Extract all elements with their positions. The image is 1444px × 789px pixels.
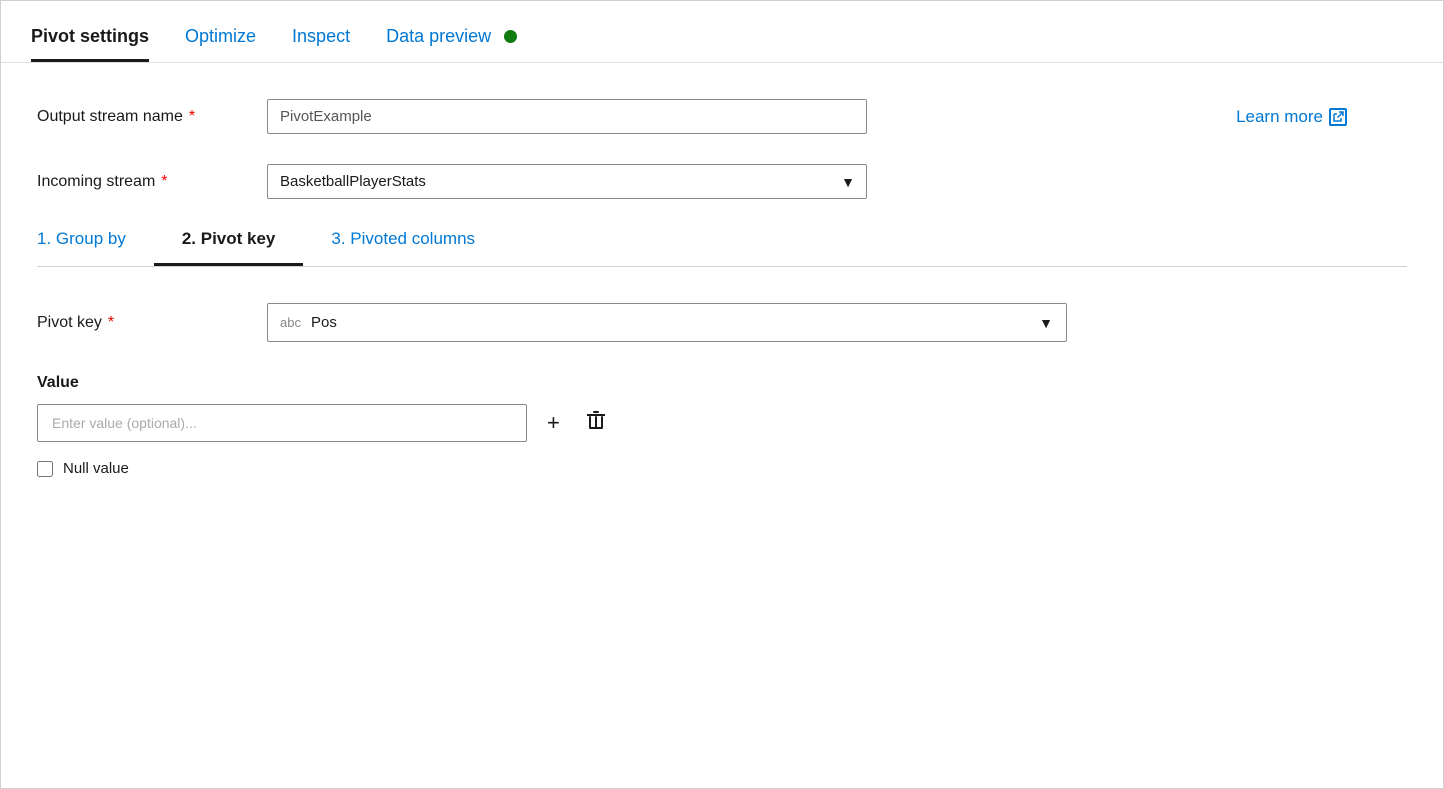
tab-inspect[interactable]: Inspect <box>292 26 350 62</box>
learn-more-link[interactable]: Learn more <box>1236 107 1407 127</box>
output-stream-name-row: Output stream name * Learn more <box>37 99 1407 134</box>
pivot-key-label: Pivot key * <box>37 314 267 332</box>
tab-pivot-settings[interactable]: Pivot settings <box>31 26 149 62</box>
value-input[interactable] <box>37 404 527 442</box>
data-preview-status-dot <box>504 30 517 43</box>
external-link-icon <box>1329 108 1347 126</box>
pivot-key-value: Pos <box>311 314 337 331</box>
output-stream-name-required: * <box>189 108 195 126</box>
delete-value-button[interactable] <box>580 404 612 442</box>
pivot-key-row: Pivot key * abc Pos ▼ <box>37 303 1407 342</box>
add-value-button[interactable]: + <box>543 406 564 440</box>
pivot-key-select[interactable]: abc Pos <box>267 303 1067 342</box>
type-badge: abc <box>280 315 301 330</box>
value-row: + <box>37 404 1407 442</box>
value-label: Value <box>37 374 1407 392</box>
incoming-stream-required: * <box>161 173 167 191</box>
sub-tab-pivot-key[interactable]: 2. Pivot key <box>154 229 304 266</box>
incoming-stream-label: Incoming stream * <box>37 173 267 191</box>
output-stream-name-label: Output stream name * <box>37 108 267 126</box>
pivot-key-required: * <box>108 314 114 332</box>
main-content: Output stream name * Learn more Incoming… <box>1 63 1443 788</box>
tab-bar: Pivot settings Optimize Inspect Data pre… <box>1 1 1443 63</box>
incoming-stream-row: Incoming stream * BasketballPlayerStats … <box>37 164 1407 199</box>
pivot-key-select-wrapper: abc Pos ▼ <box>267 303 1067 342</box>
incoming-stream-select-wrapper: BasketballPlayerStats ▼ <box>267 164 867 199</box>
null-value-checkbox[interactable] <box>37 461 53 477</box>
trash-icon <box>584 408 608 438</box>
null-value-row: Null value <box>37 460 1407 477</box>
incoming-stream-select[interactable]: BasketballPlayerStats <box>267 164 867 199</box>
tab-data-preview[interactable]: Data preview <box>386 26 517 62</box>
output-stream-name-input[interactable] <box>267 99 867 134</box>
tab-optimize[interactable]: Optimize <box>185 26 256 62</box>
sub-tab-group-by[interactable]: 1. Group by <box>37 229 154 266</box>
value-section: Value + <box>37 374 1407 477</box>
null-value-label: Null value <box>63 460 129 477</box>
sub-tab-bar: 1. Group by 2. Pivot key 3. Pivoted colu… <box>37 229 1407 267</box>
sub-tab-pivoted-columns[interactable]: 3. Pivoted columns <box>303 229 503 266</box>
